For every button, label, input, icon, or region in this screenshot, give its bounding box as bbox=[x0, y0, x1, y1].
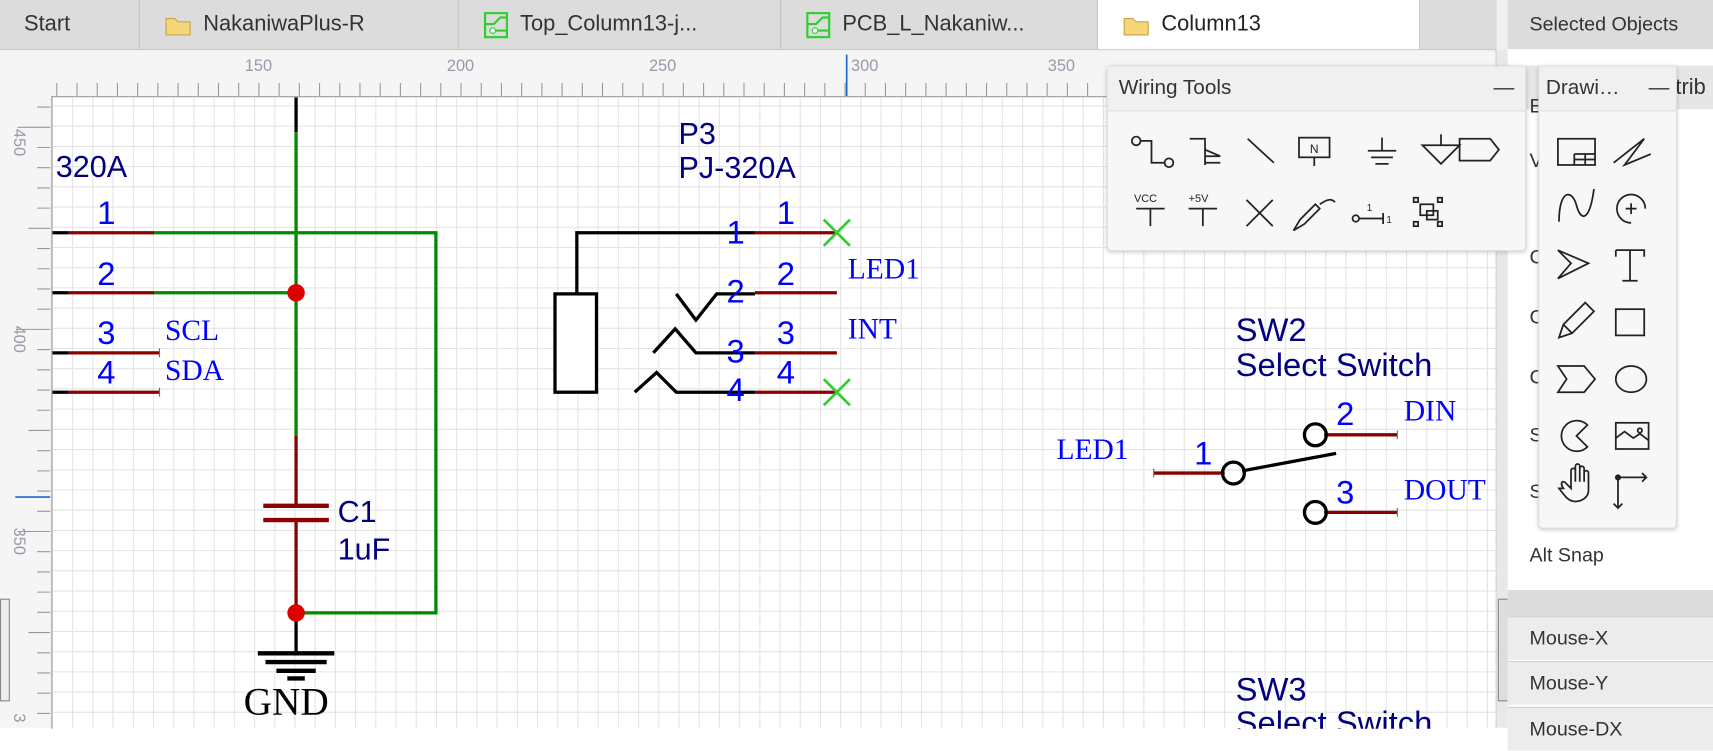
junction-dot bbox=[287, 604, 305, 622]
tab-label: Column13 bbox=[1161, 12, 1261, 37]
pie-icon[interactable] bbox=[1560, 419, 1589, 453]
tab-start[interactable]: Start bbox=[0, 0, 140, 50]
rectangle-icon[interactable] bbox=[1614, 308, 1646, 337]
selected-objects-header: Selected Objects bbox=[1507, 0, 1713, 50]
ground-icon[interactable] bbox=[1367, 137, 1397, 165]
schematic-icon bbox=[806, 11, 831, 38]
pin-tool-icon[interactable]: 11 bbox=[1351, 203, 1392, 226]
schematic-icon bbox=[483, 11, 509, 38]
wire-tool-icon[interactable] bbox=[1130, 135, 1175, 169]
text-icon[interactable] bbox=[1614, 249, 1646, 282]
power-flag-icon[interactable] bbox=[1420, 134, 1462, 166]
svg-text:VCC: VCC bbox=[1134, 193, 1157, 205]
ruler-label: 200 bbox=[446, 56, 475, 76]
arc-icon[interactable] bbox=[1616, 193, 1647, 224]
tab-label: PCB_L_Nakaniw... bbox=[842, 12, 1025, 37]
mouse-y-label: Mouse-Y bbox=[1529, 671, 1609, 694]
tab-label: NakaniwaPlus-R bbox=[203, 12, 365, 37]
minimize-button[interactable]: — bbox=[1649, 76, 1670, 100]
ruler-label: 450 bbox=[9, 128, 29, 157]
wiring-tools-panel: Wiring Tools — N VCC +5V 11 bbox=[1106, 65, 1527, 252]
tab-label: Top_Column13-j... bbox=[520, 12, 698, 37]
ruler-label: 400 bbox=[9, 325, 29, 353]
junction-dot bbox=[287, 284, 305, 302]
minimize-button[interactable]: — bbox=[1493, 76, 1514, 100]
tab-pcb-l[interactable]: PCB_L_Nakaniw... bbox=[781, 0, 1098, 50]
plus5v-icon[interactable]: +5V bbox=[1188, 193, 1218, 227]
tab-top-column13[interactable]: Top_Column13-j... bbox=[459, 0, 782, 50]
group-icon[interactable] bbox=[1412, 196, 1443, 228]
ellipse-icon[interactable] bbox=[1614, 365, 1648, 394]
ruler-label: 350 bbox=[9, 527, 29, 556]
arrowhead-icon[interactable] bbox=[1557, 249, 1591, 280]
panel-header[interactable]: Drawi… — bbox=[1539, 66, 1676, 112]
alt-snap-label: Alt Snap bbox=[1529, 544, 1604, 566]
folder-icon bbox=[165, 17, 191, 35]
mouse-y-row: Mouse-Y bbox=[1507, 660, 1713, 705]
polygon-icon[interactable] bbox=[1556, 365, 1597, 394]
mouse-dx-label: Mouse-DX bbox=[1529, 717, 1623, 740]
net-port-icon[interactable] bbox=[1458, 137, 1501, 162]
svg-text:+5V: +5V bbox=[1189, 193, 1209, 205]
panel-title: Drawi… bbox=[1545, 76, 1620, 100]
image-icon[interactable] bbox=[1614, 421, 1650, 450]
mouse-x-row: Mouse-X bbox=[1507, 616, 1713, 660]
mouse-x-label: Mouse-X bbox=[1529, 627, 1609, 649]
vcc-icon[interactable]: VCC bbox=[1134, 193, 1165, 227]
net-label-icon[interactable]: N bbox=[1298, 136, 1331, 167]
ruler-label: 300 bbox=[851, 56, 879, 76]
no-connect-icon[interactable] bbox=[1245, 199, 1274, 227]
sw2-switch[interactable] bbox=[1153, 422, 1398, 525]
app-window: Start NakaniwaPlus-R Top_Column13-j... P… bbox=[0, 0, 1713, 751]
bus-tool-icon[interactable] bbox=[1189, 137, 1221, 165]
tab-column13[interactable]: Column13 bbox=[1097, 0, 1421, 50]
ruler-label: 250 bbox=[648, 56, 677, 76]
tab-bar: Start NakaniwaPlus-R Top_Column13-j... P… bbox=[0, 0, 1497, 51]
panel-header[interactable]: Wiring Tools — bbox=[1107, 66, 1526, 112]
tab-nakaniwaplus[interactable]: NakaniwaPlus-R bbox=[140, 0, 459, 50]
mouse-dx-row: Mouse-DX bbox=[1507, 706, 1713, 751]
svg-text:1: 1 bbox=[1367, 203, 1372, 214]
bezier-icon[interactable] bbox=[1558, 188, 1595, 222]
polyline-icon[interactable] bbox=[1613, 138, 1652, 168]
folder-icon bbox=[1123, 17, 1149, 35]
drawing-tools-panel: Drawi… — bbox=[1538, 65, 1677, 529]
pan-hand-icon[interactable] bbox=[1557, 463, 1590, 503]
section-divider bbox=[1507, 589, 1713, 617]
left-connector[interactable] bbox=[52, 231, 161, 397]
panel-title: Wiring Tools bbox=[1118, 76, 1232, 100]
line-tool-icon[interactable] bbox=[1247, 138, 1275, 164]
pencil-icon[interactable] bbox=[1557, 301, 1596, 339]
tab-label: Start bbox=[24, 12, 71, 37]
probe-icon[interactable] bbox=[1292, 198, 1336, 232]
ruler-label: 3 bbox=[9, 713, 29, 723]
svg-text:N: N bbox=[1310, 142, 1319, 156]
origin-icon[interactable] bbox=[1613, 472, 1648, 510]
ruler-label: 350 bbox=[1047, 56, 1076, 76]
svg-text:1: 1 bbox=[1386, 215, 1391, 226]
ruler-label: 150 bbox=[244, 56, 273, 76]
table-icon[interactable] bbox=[1557, 137, 1596, 166]
left-collapse-handle[interactable] bbox=[0, 598, 10, 702]
